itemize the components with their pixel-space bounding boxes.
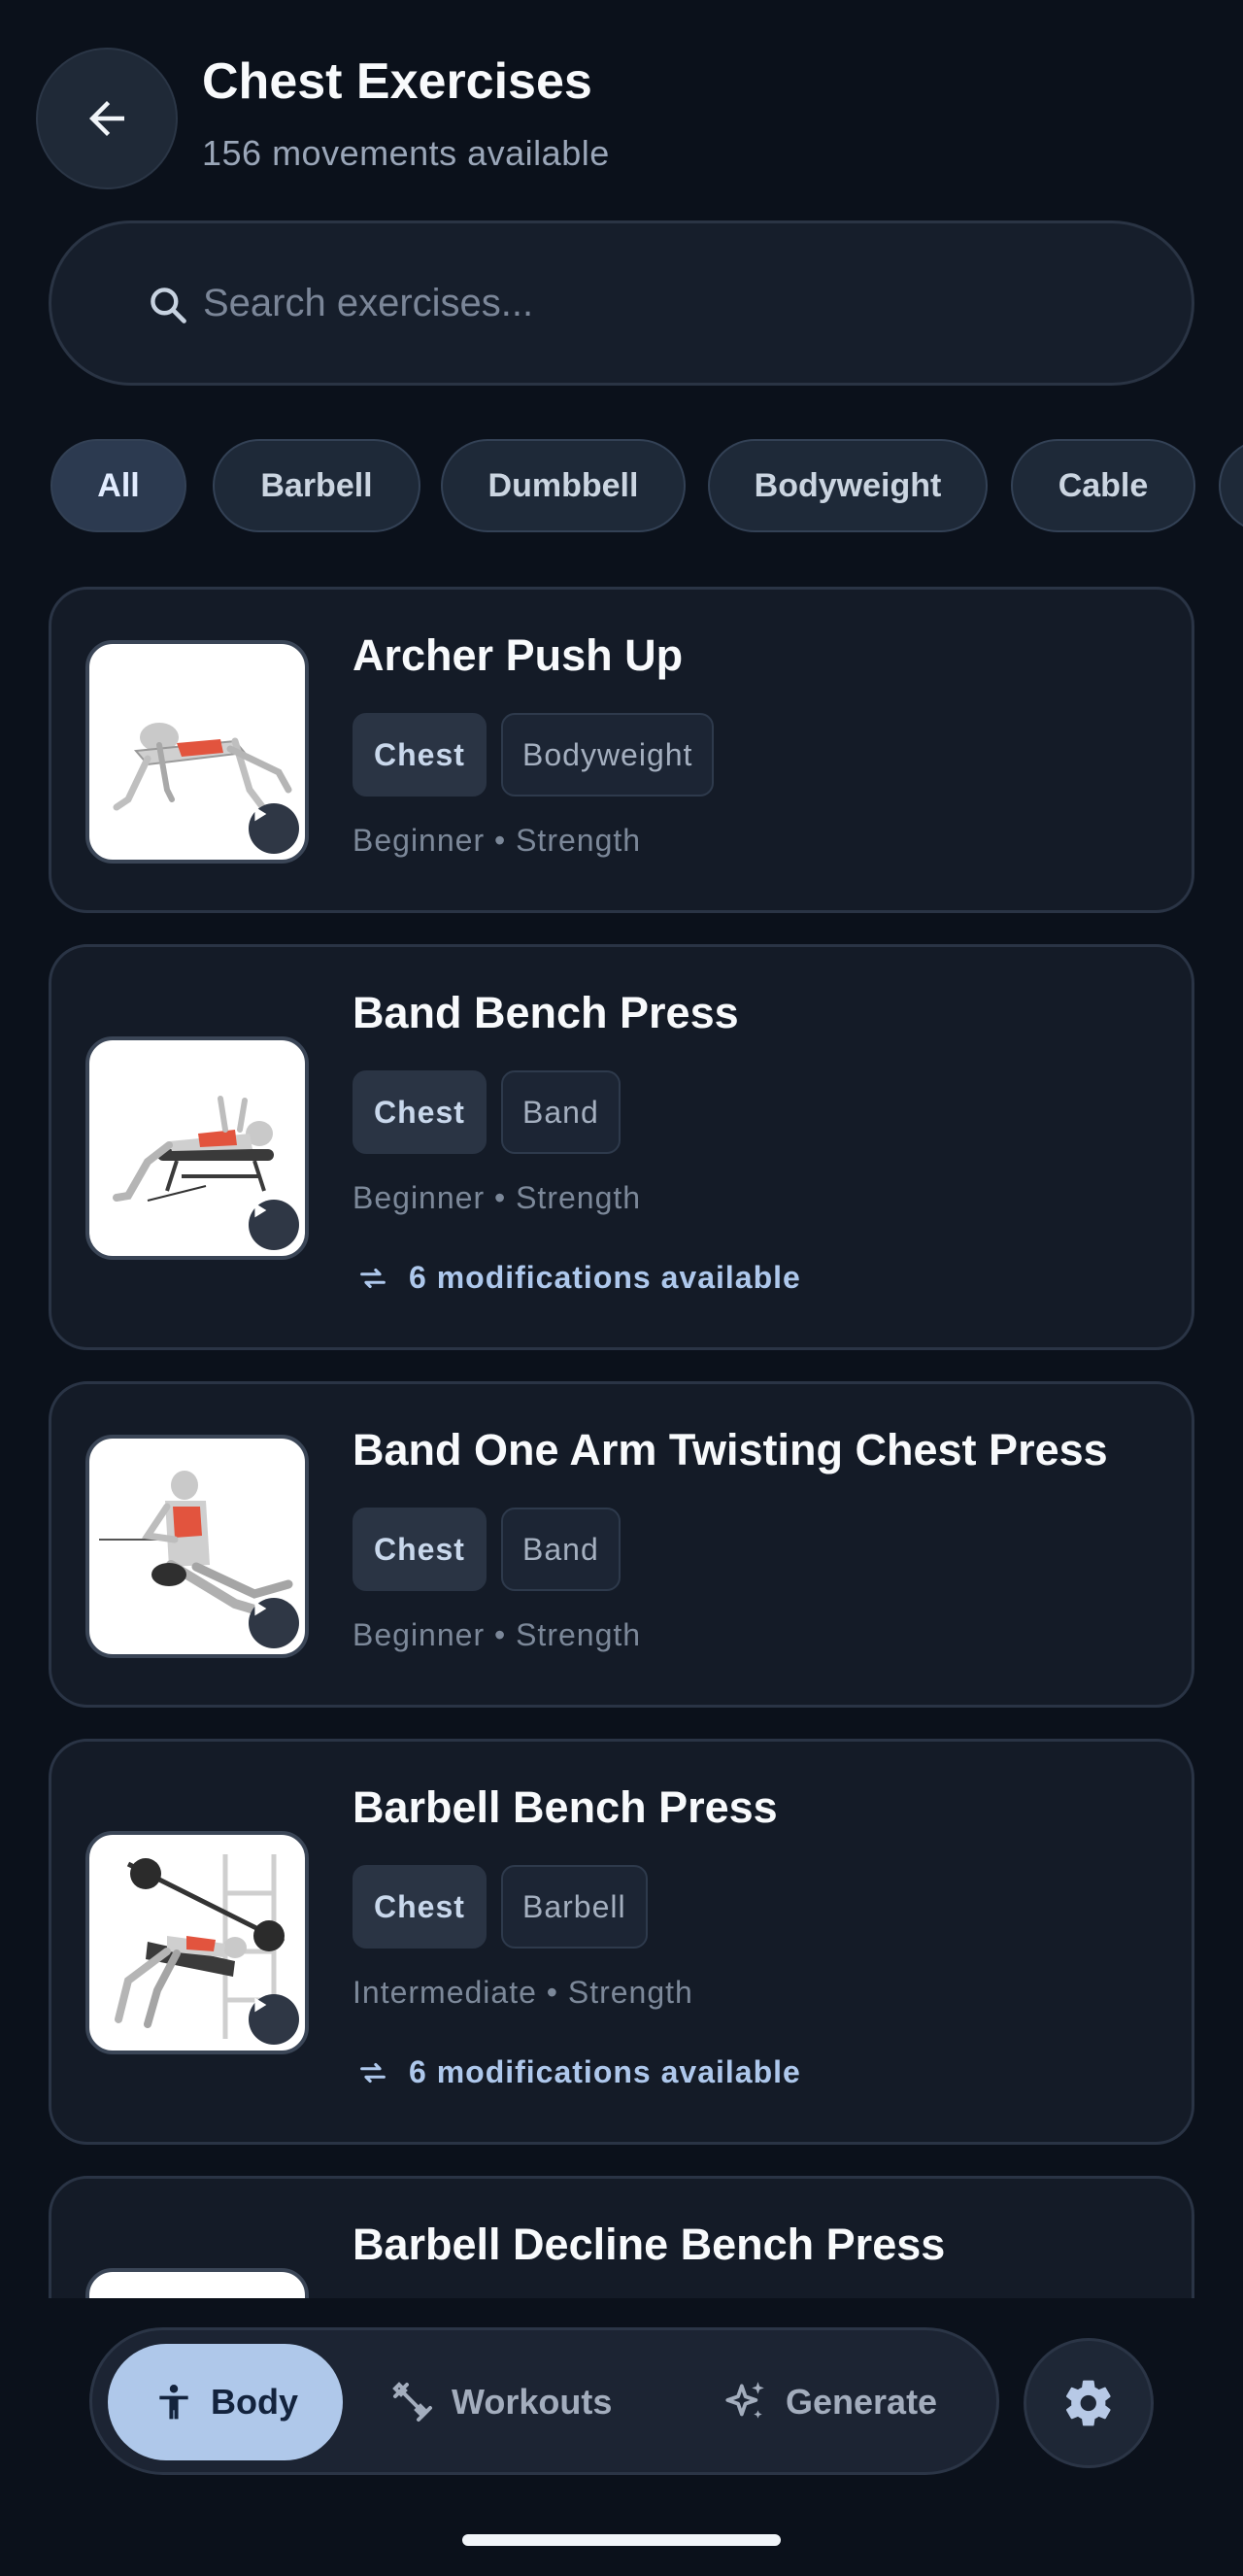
play-icon xyxy=(254,1203,267,1218)
muscle-tag: Chest xyxy=(353,1508,487,1591)
exercise-card[interactable]: Band Bench Press Chest Band Beginner • S… xyxy=(49,944,1194,1350)
exercise-name: Barbell Decline Bench Press xyxy=(353,2220,946,2269)
muscle-tag: Chest xyxy=(353,1070,487,1154)
search-input[interactable] xyxy=(203,262,1135,344)
play-icon xyxy=(254,1601,267,1616)
filter-chip-cable[interactable]: Cable xyxy=(1011,439,1195,532)
exercise-meta: Beginner • Strength xyxy=(353,823,642,858)
page-title: Chest Exercises xyxy=(202,53,592,110)
filter-chip-more[interactable] xyxy=(1219,439,1243,532)
filter-chip-dumbbell[interactable]: Dumbbell xyxy=(441,439,686,532)
arrow-left-icon xyxy=(89,101,124,136)
filter-chips: All Barbell Dumbbell Bodyweight Cable xyxy=(50,439,1243,532)
search-bar[interactable] xyxy=(49,220,1194,386)
exercise-name: Archer Push Up xyxy=(353,630,684,680)
exercise-thumbnail[interactable] xyxy=(85,1435,309,1658)
nav-generate[interactable]: Generate xyxy=(722,2344,955,2460)
swap-icon xyxy=(360,1268,386,1288)
exercise-thumbnail[interactable] xyxy=(85,640,309,864)
modifications-link[interactable]: 6 modifications available xyxy=(353,1260,801,1296)
filter-chip-barbell[interactable]: Barbell xyxy=(213,439,420,532)
play-icon xyxy=(254,806,267,822)
exercise-name: Band Bench Press xyxy=(353,988,739,1037)
play-button[interactable] xyxy=(249,1200,299,1250)
swap-icon xyxy=(360,2062,386,2083)
modifications-label: 6 modifications available xyxy=(409,1260,801,1295)
settings-button[interactable] xyxy=(1024,2338,1154,2468)
dumbbell-icon xyxy=(392,2382,432,2422)
exercise-thumbnail[interactable] xyxy=(85,1036,309,1260)
exercise-card[interactable]: Barbell Bench Press Chest Barbell Interm… xyxy=(49,1739,1194,2145)
nav-workouts-label: Workouts xyxy=(452,2382,613,2422)
exercise-list-screen: Chest Exercises 156 movements available … xyxy=(0,0,1243,2576)
nav-body-label: Body xyxy=(211,2382,298,2422)
sparkle-icon xyxy=(725,2382,764,2419)
equipment-tag: Band xyxy=(501,1508,621,1591)
nav-body[interactable]: Body xyxy=(108,2344,343,2460)
exercise-meta: Beginner • Strength xyxy=(353,1180,642,1215)
nav-workouts[interactable]: Workouts xyxy=(389,2344,632,2460)
exercise-name: Barbell Bench Press xyxy=(353,1782,778,1832)
muscle-tag: Chest xyxy=(353,713,487,797)
exercise-name: Band One Arm Twisting Chest Press xyxy=(353,1425,1108,1474)
person-icon xyxy=(159,2385,188,2420)
equipment-tag: Bodyweight xyxy=(501,713,715,797)
play-icon xyxy=(254,1997,267,2013)
play-button[interactable] xyxy=(249,1994,299,2045)
nav-generate-label: Generate xyxy=(786,2382,938,2422)
gear-icon xyxy=(1065,2380,1111,2426)
play-button[interactable] xyxy=(249,803,299,854)
exercise-card[interactable]: Band One Arm Twisting Chest Press Chest … xyxy=(49,1381,1194,1708)
scroll-area[interactable]: Chest Exercises 156 movements available … xyxy=(0,0,1243,2298)
exercise-card[interactable]: Archer Push Up Chest Bodyweight Beginner… xyxy=(49,587,1194,913)
home-indicator[interactable] xyxy=(462,2534,781,2546)
exercise-thumbnail[interactable] xyxy=(85,1831,309,2054)
exercise-meta: Intermediate • Strength xyxy=(353,1975,693,2010)
exercise-meta: Beginner • Strength xyxy=(353,1617,642,1652)
filter-chip-bodyweight[interactable]: Bodyweight xyxy=(708,439,988,532)
search-icon xyxy=(151,288,186,323)
modifications-label: 6 modifications available xyxy=(409,2054,801,2089)
play-button[interactable] xyxy=(249,1598,299,1648)
back-button[interactable] xyxy=(36,48,178,189)
bottom-nav: Body Workouts Generate xyxy=(89,2327,999,2475)
page-subtitle: 156 movements available xyxy=(202,133,610,173)
equipment-tag: Band xyxy=(501,1070,621,1154)
modifications-link[interactable]: 6 modifications available xyxy=(353,2054,801,2090)
equipment-tag: Barbell xyxy=(501,1865,648,1949)
filter-chip-all[interactable]: All xyxy=(50,439,186,532)
exercise-card[interactable]: Barbell Decline Bench Press xyxy=(49,2176,1194,2298)
muscle-tag: Chest xyxy=(353,1865,487,1949)
exercise-thumbnail[interactable] xyxy=(85,2268,309,2298)
